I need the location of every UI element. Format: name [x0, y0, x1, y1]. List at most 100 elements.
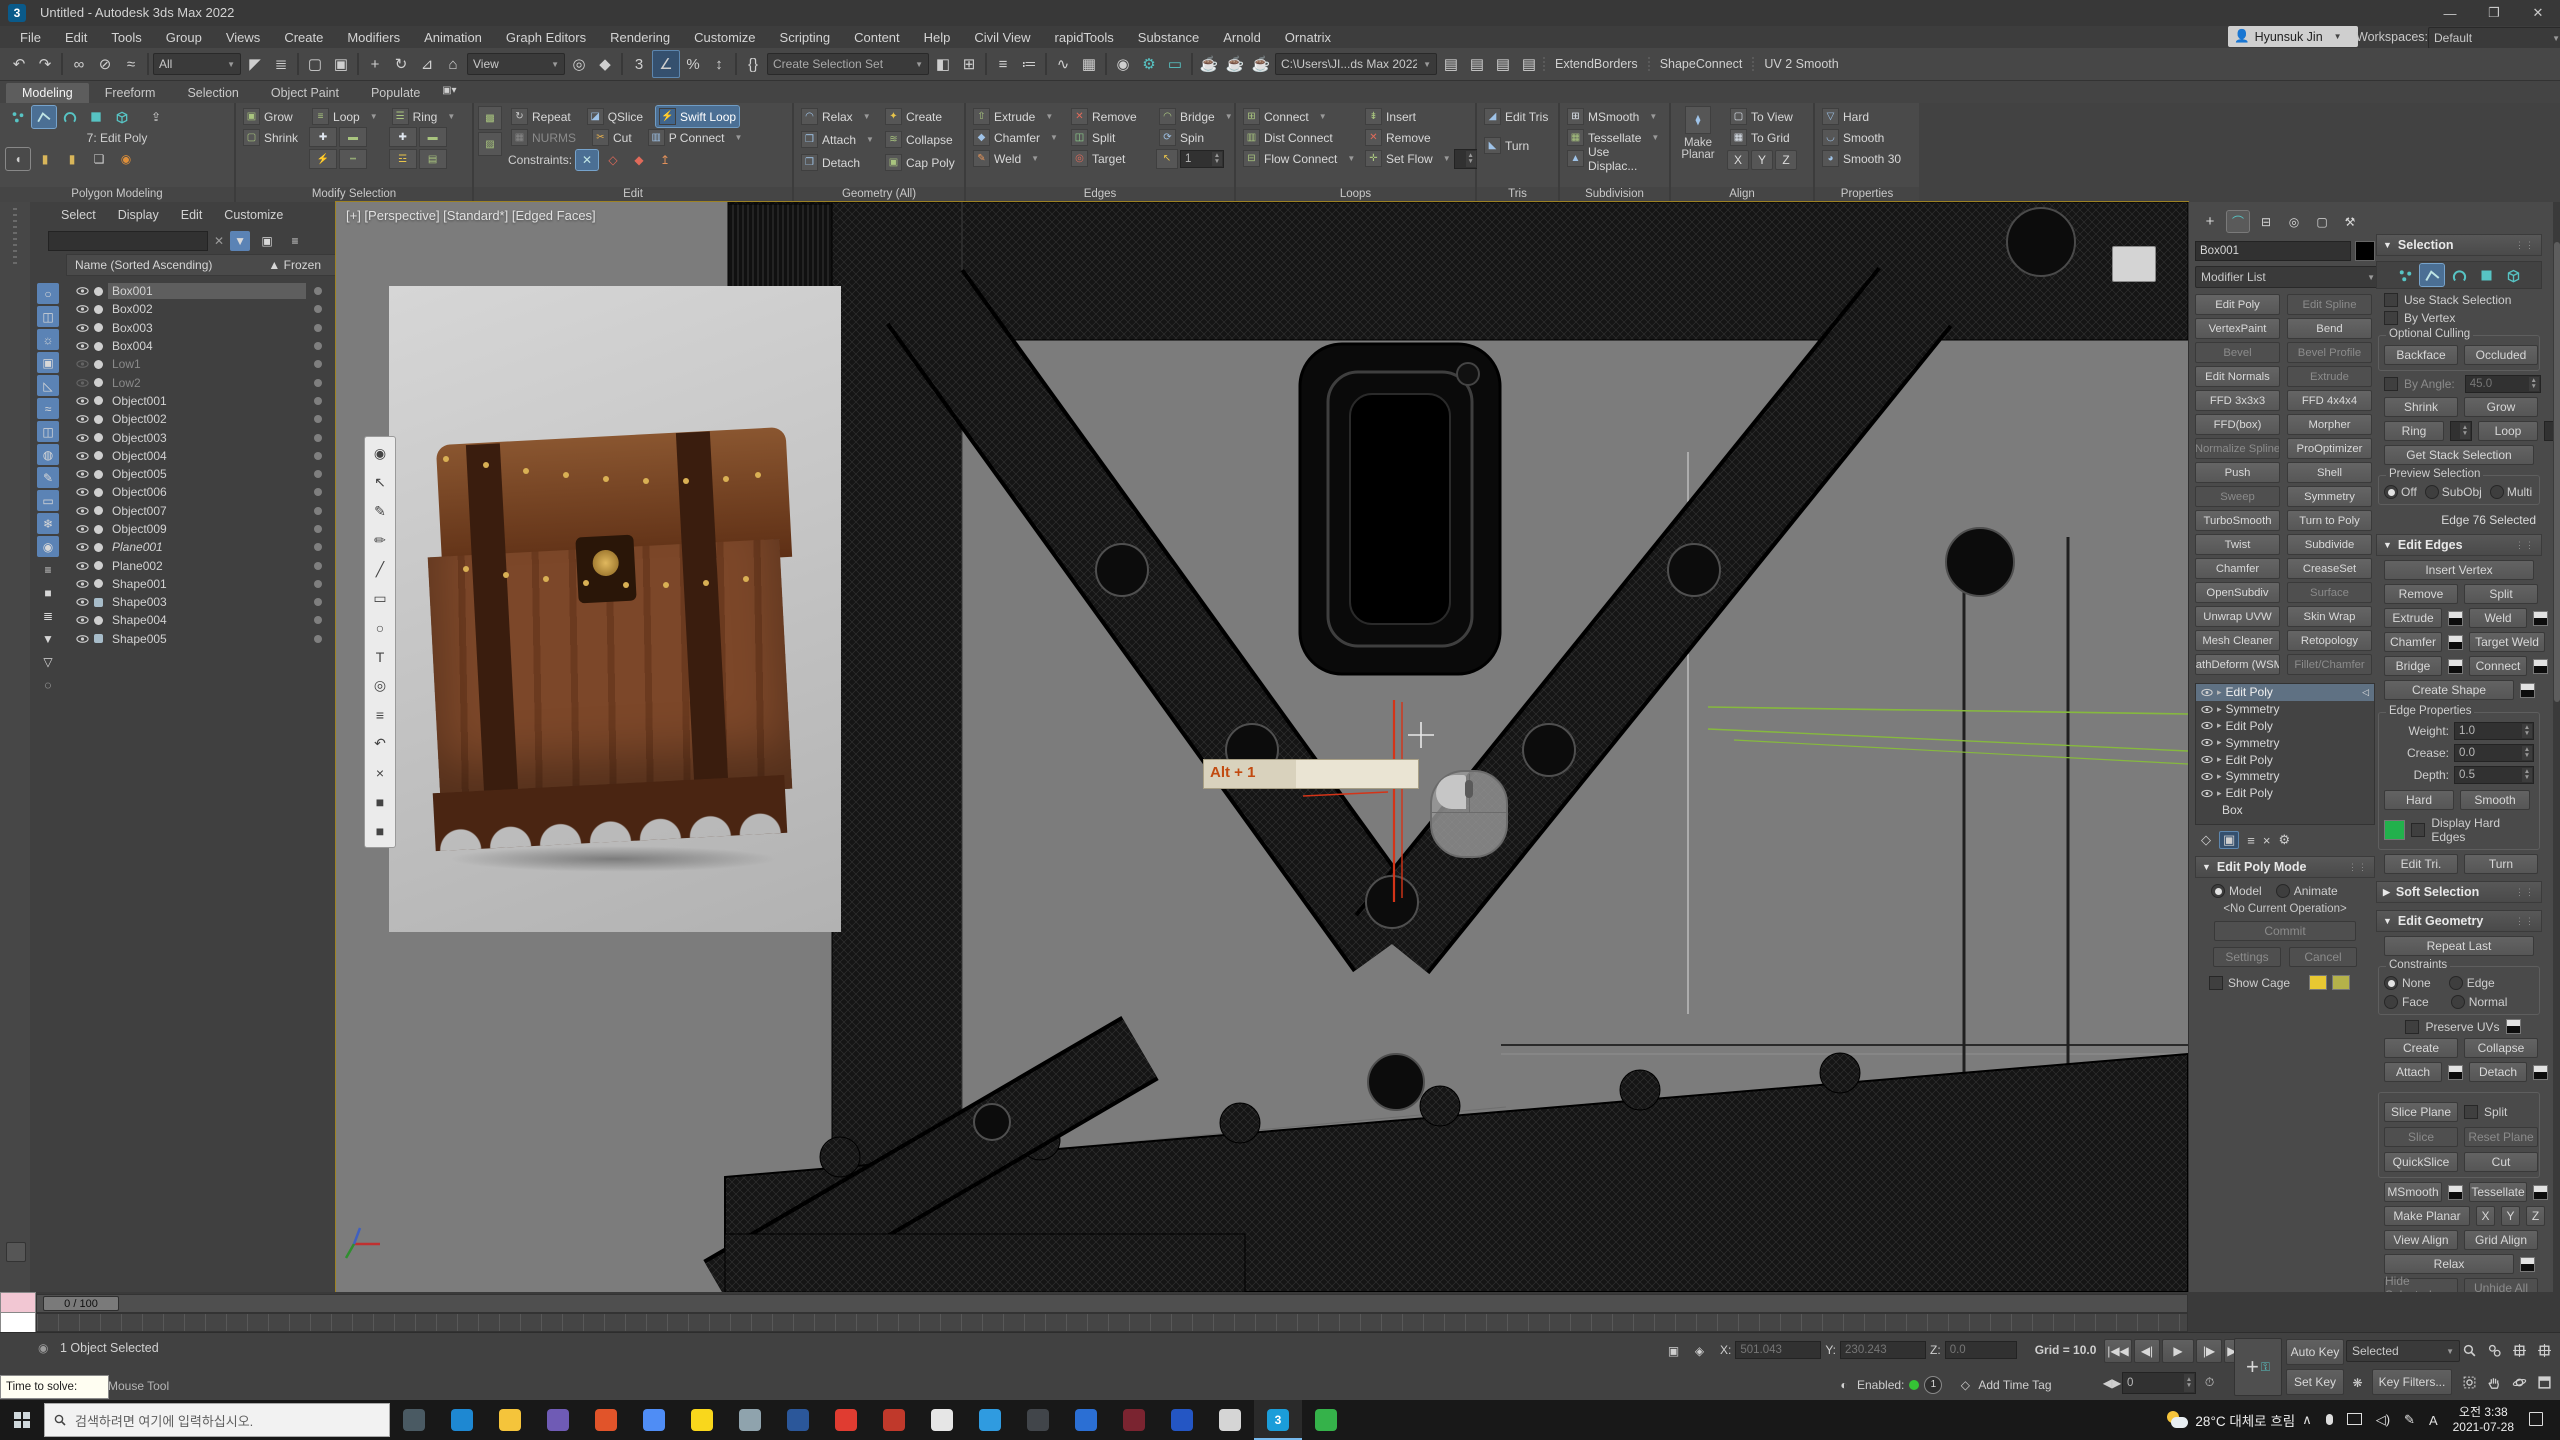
- vertex-subobject-icon[interactable]: [6, 106, 30, 128]
- grow-button[interactable]: Grow: [2464, 397, 2538, 417]
- align-x-button[interactable]: X: [1727, 150, 1749, 170]
- edge-select-cursor-icon[interactable]: ↖: [1156, 149, 1178, 169]
- menu-item[interactable]: Civil View: [962, 30, 1042, 45]
- cut-button[interactable]: Cut: [2464, 1152, 2538, 1172]
- make-planar-button[interactable]: Make Planar: [1675, 137, 1721, 161]
- zoom-all-icon[interactable]: [2483, 1339, 2506, 1362]
- settings-button[interactable]: Settings: [2213, 947, 2281, 967]
- object-type-icon[interactable]: [94, 451, 103, 460]
- explorer-row[interactable]: Box002: [66, 300, 334, 318]
- display-icon[interactable]: [2347, 1413, 2362, 1428]
- modifier-button[interactable]: Bevel: [2195, 342, 2280, 363]
- object-type-icon[interactable]: [94, 470, 103, 479]
- annotation-tool[interactable]: ↶: [367, 729, 393, 758]
- constraint-edge-icon[interactable]: ◇: [602, 150, 624, 170]
- modifier-button[interactable]: FFD(box): [2195, 414, 2280, 435]
- taskbar-app-icon[interactable]: [1158, 1400, 1206, 1440]
- explorer-row[interactable]: Object006: [66, 483, 334, 501]
- action-center-icon[interactable]: [2529, 1412, 2543, 1429]
- annotation-tool[interactable]: T: [367, 642, 393, 671]
- annotation-tool[interactable]: ◎: [367, 671, 393, 700]
- display-filter-icon[interactable]: ◺: [37, 375, 59, 396]
- taskbar-app-icon[interactable]: [774, 1400, 822, 1440]
- hard-edge-button[interactable]: ▽Hard: [1819, 106, 1915, 127]
- vertex-subobject-icon[interactable]: [2393, 264, 2417, 286]
- explorer-row[interactable]: Object009: [66, 520, 334, 538]
- view-align-button[interactable]: View Align: [2384, 1230, 2458, 1250]
- polygon-subobject-icon[interactable]: [2474, 264, 2498, 286]
- soft-selection-rollout-header[interactable]: ▶Soft Selection⋮⋮: [2376, 881, 2542, 903]
- bind-to-space-warp-icon[interactable]: ≈: [118, 51, 144, 77]
- add-time-tag[interactable]: Add Time Tag: [1978, 1378, 2051, 1392]
- explorer-row[interactable]: Shape005: [66, 630, 334, 648]
- get-stack-selection-button[interactable]: Get Stack Selection: [2384, 445, 2534, 465]
- modifier-stack-row[interactable]: ▸ Symmetry: [2196, 734, 2374, 751]
- zoom-region-icon[interactable]: [2458, 1371, 2481, 1394]
- select-object-icon[interactable]: ◤: [242, 51, 268, 77]
- motion-tab-icon[interactable]: ◎: [2283, 211, 2305, 232]
- selected-keyset-dropdown[interactable]: Selected▼: [2346, 1340, 2460, 1362]
- mini-listener-pink[interactable]: [0, 1292, 36, 1314]
- group-label[interactable]: Geometry (All): [794, 187, 964, 202]
- ime-indicator[interactable]: A: [2429, 1413, 2438, 1428]
- explorer-row[interactable]: Object005: [66, 465, 334, 483]
- annotation-tool[interactable]: ◉: [367, 439, 393, 468]
- modifier-button[interactable]: CreaseSet: [2287, 558, 2372, 579]
- taskbar-app-icon[interactable]: 3: [1254, 1400, 1302, 1440]
- object-type-icon[interactable]: [94, 598, 103, 607]
- remove-button[interactable]: Remove: [2384, 584, 2458, 604]
- select-and-place-icon[interactable]: ⌂: [440, 51, 466, 77]
- object-type-icon[interactable]: [94, 634, 103, 643]
- menu-item[interactable]: Ornatrix: [1273, 30, 1343, 45]
- frozen-toggle[interactable]: [314, 598, 322, 606]
- remove-modifier-icon[interactable]: ×: [2263, 833, 2271, 848]
- ring-grow-icon[interactable]: ✚: [389, 127, 417, 147]
- p-connect-button[interactable]: ▥P Connect▼: [645, 127, 746, 148]
- frozen-toggle[interactable]: [314, 543, 322, 551]
- explorer-row[interactable]: Shape001: [66, 575, 334, 593]
- modifier-button[interactable]: Unwrap UVW: [2195, 606, 2280, 627]
- set-keys-button[interactable]: +⚿: [2234, 1338, 2282, 1396]
- pan-icon[interactable]: [2483, 1371, 2506, 1394]
- edit-tris-button[interactable]: ◢Edit Tris: [1481, 106, 1554, 127]
- display-filter-icon[interactable]: ▭: [37, 490, 59, 511]
- frame-stepper-icon[interactable]: ◀▶: [2104, 1371, 2120, 1394]
- chamfer-settings-icon[interactable]: [2448, 635, 2463, 650]
- ring-button[interactable]: Ring: [2384, 421, 2444, 441]
- import-batch-icon[interactable]: ▤: [1490, 51, 1516, 77]
- key-filters-button[interactable]: Key Filters...: [2372, 1369, 2452, 1395]
- planar-x-button[interactable]: X: [2476, 1206, 2495, 1226]
- constraint-normal-radio[interactable]: Normal: [2451, 995, 2508, 1009]
- constraint-none-radio[interactable]: None: [2384, 976, 2431, 990]
- connect-button[interactable]: ⊞Connect▼: [1240, 106, 1362, 127]
- menu-item[interactable]: Edit: [53, 30, 99, 45]
- object-type-icon[interactable]: [94, 360, 103, 369]
- modifier-button[interactable]: Subdivide: [2287, 534, 2372, 555]
- mini-listener-white[interactable]: [0, 1312, 36, 1334]
- frozen-toggle[interactable]: [314, 415, 322, 423]
- speaker-icon[interactable]: ◁): [2376, 1412, 2390, 1428]
- object-type-icon[interactable]: [94, 415, 103, 424]
- msmooth-settings-icon[interactable]: [2448, 1185, 2463, 1200]
- explorer-row[interactable]: Box001: [66, 282, 334, 300]
- explorer-settings-icon[interactable]: ≡: [284, 231, 306, 252]
- relax-button[interactable]: ◠Relax▼: [798, 106, 882, 127]
- taskbar-app-icon[interactable]: [726, 1400, 774, 1440]
- rendered-frame-window-icon[interactable]: ▭: [1162, 51, 1188, 77]
- frozen-toggle[interactable]: [314, 379, 322, 387]
- detach-button[interactable]: ❐Detach: [798, 152, 882, 173]
- time-slider-handle[interactable]: 0 / 100: [43, 1296, 119, 1311]
- annotation-tool[interactable]: ✏: [367, 526, 393, 555]
- tray-expand-caret[interactable]: ∧: [2302, 1412, 2312, 1428]
- annotation-tool[interactable]: ■: [367, 787, 393, 816]
- remove-loop-button[interactable]: ✕Remove: [1362, 127, 1434, 148]
- previous-modifier-icon[interactable]: ◖: [6, 148, 30, 170]
- current-frame-field[interactable]: 0▲▼: [2122, 1372, 2196, 1394]
- planar-z-button[interactable]: Z: [2526, 1206, 2545, 1226]
- to-view-button[interactable]: ▢To View: [1727, 106, 1797, 127]
- modifier-button[interactable]: Shell: [2287, 462, 2372, 483]
- frozen-toggle[interactable]: [314, 342, 322, 350]
- show-end-result-icon[interactable]: ▣: [2219, 831, 2239, 849]
- toggle-scene-explorer-icon[interactable]: ≡: [990, 51, 1016, 77]
- explorer-menu-item[interactable]: Edit: [170, 208, 214, 222]
